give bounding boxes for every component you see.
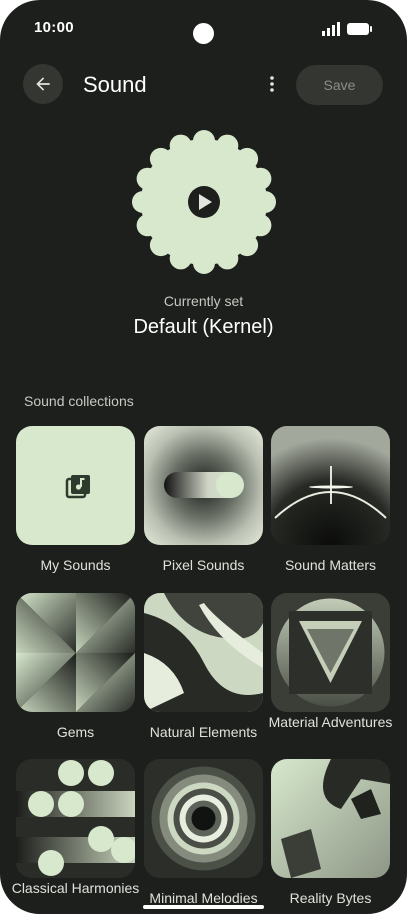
collection-tile-my-sounds[interactable]: [16, 426, 135, 545]
status-time: 10:00: [34, 19, 74, 36]
status-icons: [322, 22, 372, 36]
battery-icon: [347, 23, 372, 35]
collection-tile-reality-bytes[interactable]: [271, 759, 390, 878]
current-sound-name: Default (Kernel): [133, 316, 274, 338]
reality-bytes-art: [271, 759, 390, 878]
gems-art: [16, 593, 135, 712]
camera-cutout: [193, 23, 214, 44]
top-app-bar: Sound Save: [0, 62, 407, 110]
sound-matters-art: [271, 426, 390, 545]
save-button[interactable]: Save: [296, 65, 383, 105]
currently-set-label: Currently set: [163, 293, 244, 309]
status-bar: 10:00: [0, 0, 407, 56]
collection-tile-natural-elements[interactable]: [144, 593, 263, 712]
pixel-sounds-art: [144, 426, 263, 545]
natural-elements-art: [144, 593, 263, 712]
collection-label: My Sounds: [40, 557, 111, 573]
collection-label: Gems: [56, 724, 95, 740]
collection-label: Reality Bytes: [289, 890, 372, 906]
more-vert-icon: [270, 76, 274, 92]
collection-tile-material-adventures[interactable]: [271, 593, 390, 712]
phone-screen: 10:00 Sound Save Currently set Default (…: [0, 0, 407, 914]
back-button[interactable]: [23, 64, 63, 104]
collection-label: Classical Harmonies: [11, 880, 140, 896]
collection-label: Material Adventures: [268, 714, 393, 730]
play-icon: [188, 186, 220, 218]
gesture-nav-handle[interactable]: [143, 905, 264, 909]
collection-tile-gems[interactable]: [16, 593, 135, 712]
arrow-back-icon: [36, 77, 50, 91]
play-preview[interactable]: [131, 129, 277, 275]
classical-harmonies-art: [16, 759, 135, 878]
collection-tile-sound-matters[interactable]: [271, 426, 390, 545]
more-options-button[interactable]: [258, 70, 286, 98]
signal-icon: [322, 22, 340, 36]
material-adventures-art: [271, 593, 390, 712]
minimal-melodies-art: [144, 759, 263, 878]
section-title: Sound collections: [24, 393, 134, 409]
music-library-icon: [65, 475, 90, 499]
page-title: Sound: [83, 72, 147, 97]
scalloped-shape: [132, 130, 276, 274]
collection-tile-classical-harmonies[interactable]: [16, 759, 135, 878]
collection-tile-minimal-melodies[interactable]: [144, 759, 263, 878]
collection-label: Pixel Sounds: [162, 557, 245, 573]
collection-label: Sound Matters: [284, 557, 377, 573]
collection-tile-pixel-sounds[interactable]: [144, 426, 263, 545]
collection-label: Natural Elements: [149, 724, 258, 740]
